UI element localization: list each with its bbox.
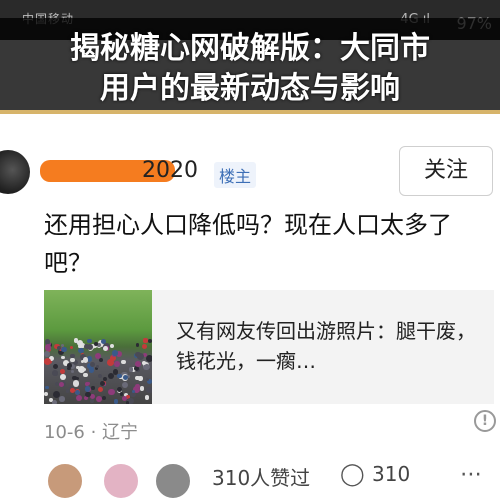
crowd-dot bbox=[134, 351, 141, 358]
crowd-dot bbox=[75, 394, 83, 402]
crowd-dot bbox=[44, 351, 50, 357]
username-suffix: 2020 bbox=[142, 158, 198, 183]
crowd-dot bbox=[60, 368, 66, 374]
crowd-dot bbox=[144, 394, 150, 400]
crowd-dot bbox=[95, 364, 100, 369]
crowd-dot bbox=[108, 388, 116, 396]
crowd-dot bbox=[98, 358, 103, 362]
crowd-dot bbox=[112, 350, 118, 356]
crowd-dot bbox=[134, 360, 141, 367]
crowd-dot bbox=[66, 389, 70, 393]
crowd-dot bbox=[59, 396, 65, 402]
crowd-dot bbox=[52, 363, 59, 370]
crowd-dot bbox=[146, 386, 152, 393]
crowd-dot bbox=[67, 362, 72, 368]
crowd-dot bbox=[101, 395, 107, 401]
warning-icon[interactable]: ! bbox=[474, 410, 496, 432]
post-text: 还用担心人口降低吗？现在人口太多了吧？ bbox=[44, 211, 452, 277]
crowd-dot bbox=[98, 374, 103, 379]
crowd-dot bbox=[121, 381, 129, 389]
crowd-dot bbox=[45, 385, 49, 390]
crowd-dot bbox=[142, 360, 147, 365]
crowd-dot bbox=[89, 362, 95, 368]
headline-line-2: 用户的最新动态与影响 bbox=[100, 71, 400, 106]
crowd-dot bbox=[85, 391, 91, 398]
crowd-dot bbox=[73, 380, 80, 387]
crowd-dot bbox=[90, 399, 94, 403]
crowd-dot bbox=[113, 360, 121, 368]
likes-count[interactable]: 310人赞过 bbox=[212, 462, 310, 491]
link-card-text: 又有网友传回出游照片：腿干废，钱花光，一瘸… bbox=[176, 319, 476, 373]
crowd-dot bbox=[147, 338, 152, 344]
crowd-dot bbox=[139, 386, 145, 391]
crowd-dot bbox=[87, 338, 93, 344]
crowd-dot bbox=[56, 345, 62, 350]
crowd-dot bbox=[44, 358, 51, 365]
crowd-dot bbox=[101, 339, 106, 344]
crowd-dot bbox=[113, 399, 119, 404]
crowd-dot bbox=[60, 373, 67, 380]
crowd-dot bbox=[70, 369, 74, 373]
crowd-dot bbox=[90, 394, 96, 400]
crowd-dot bbox=[83, 372, 88, 378]
comment-count: 310 bbox=[372, 462, 411, 486]
headline-line-1: 揭秘糖心网破解版：大同市 bbox=[70, 31, 430, 66]
crowd-dot bbox=[69, 345, 73, 349]
author-avatar[interactable] bbox=[0, 150, 30, 194]
liker-avatar bbox=[154, 462, 192, 500]
crowd-dot bbox=[97, 386, 103, 393]
crowd-dot bbox=[95, 396, 102, 402]
crowd-dot bbox=[143, 363, 150, 371]
headline-banner: 揭秘糖心网破解版：大同市 用户的最新动态与影响 bbox=[0, 18, 500, 110]
crowd-dot bbox=[125, 401, 130, 404]
crowd-dot bbox=[134, 384, 140, 389]
crowd-dot bbox=[72, 375, 77, 381]
liker-avatar bbox=[46, 462, 84, 500]
follow-button[interactable]: 关注 bbox=[399, 146, 493, 196]
crowd-dot bbox=[145, 377, 149, 381]
crowd-dot bbox=[116, 387, 122, 392]
link-card[interactable]: 又有网友传回出游照片：腿干废，钱花光，一瘸… bbox=[44, 290, 494, 404]
crowd-dot bbox=[53, 371, 58, 376]
crowd-dot bbox=[143, 338, 148, 343]
crowd-dot bbox=[44, 391, 48, 396]
crowd-dot bbox=[99, 381, 105, 387]
crowd-dot bbox=[95, 352, 102, 359]
crowd-dot bbox=[51, 400, 57, 404]
crowd-dot bbox=[70, 353, 75, 358]
crowd-dot bbox=[128, 367, 134, 372]
crowd-dot bbox=[74, 389, 80, 396]
comment-icon[interactable]: ◯ bbox=[340, 462, 365, 487]
crowd-dot bbox=[91, 386, 95, 390]
crowd-dot bbox=[82, 367, 86, 372]
crowd-dot bbox=[135, 343, 139, 347]
crowd-dot bbox=[138, 376, 143, 381]
crowd-dot bbox=[52, 390, 60, 398]
crowd-dot bbox=[76, 365, 80, 369]
crowd-dot bbox=[61, 355, 65, 360]
banner-accent-strip bbox=[0, 110, 500, 114]
crowd-dot bbox=[120, 359, 126, 365]
crowd-dot bbox=[133, 366, 139, 372]
crowd-dot bbox=[146, 354, 152, 362]
host-badge: 楼主 bbox=[214, 162, 257, 188]
liker-avatar bbox=[102, 462, 140, 500]
crowd-dot bbox=[84, 386, 91, 392]
more-icon[interactable]: ⋯ bbox=[460, 462, 482, 487]
crowd-dot bbox=[77, 339, 84, 346]
crowd-dot bbox=[60, 346, 67, 353]
crowd-dot bbox=[109, 343, 114, 349]
crowd-dot bbox=[117, 373, 122, 379]
crowd-dot bbox=[69, 357, 75, 363]
crowd-dot bbox=[142, 343, 148, 349]
post-meta: 10-6 · 辽宁 bbox=[44, 422, 139, 443]
crowd-photo-thumbnail bbox=[44, 290, 152, 404]
crowd-dot bbox=[82, 357, 89, 363]
